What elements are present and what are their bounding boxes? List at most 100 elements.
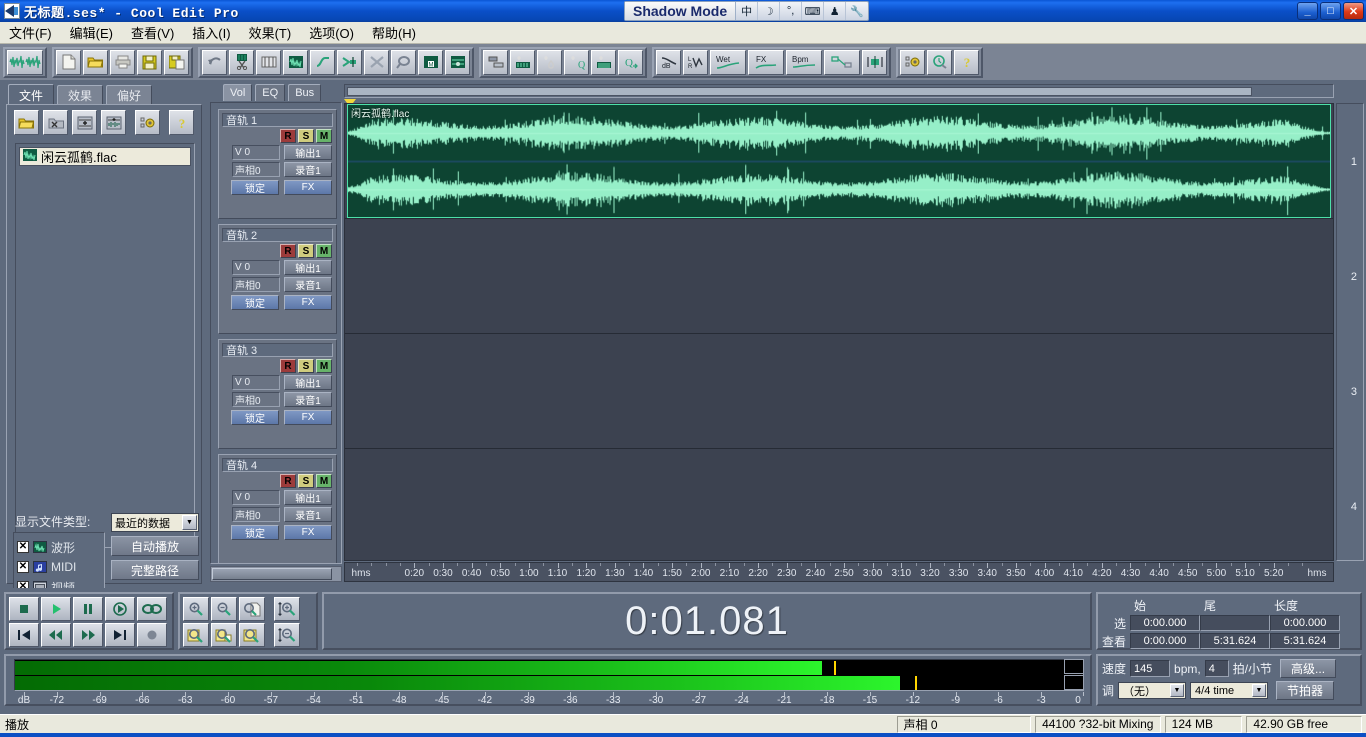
go-to-end-button[interactable]: [105, 623, 135, 647]
menu-edit[interactable]: 编辑(E): [61, 21, 122, 44]
maximize-button[interactable]: □: [1320, 2, 1341, 20]
record-device-button[interactable]: 录音1: [284, 162, 332, 177]
record-arm-button[interactable]: R: [280, 244, 296, 258]
fast-forward-button[interactable]: [73, 623, 103, 647]
sel-end-field[interactable]: [1200, 615, 1270, 631]
record-device-button[interactable]: 录音1: [284, 507, 332, 522]
save-icon[interactable]: [137, 49, 162, 75]
volume-field[interactable]: V 0: [232, 145, 280, 160]
tab-effects[interactable]: 效果: [57, 85, 104, 104]
trim-icon[interactable]: [310, 49, 335, 75]
mute-button[interactable]: M: [316, 474, 332, 488]
ime-user-icon[interactable]: ♟: [824, 2, 847, 20]
fx-envelope-icon[interactable]: FX: [748, 49, 784, 75]
new-file-icon[interactable]: [56, 49, 81, 75]
record-arm-button[interactable]: R: [280, 129, 296, 143]
zoom-to-selection-right-icon[interactable]: [211, 623, 237, 647]
solo-button[interactable]: S: [298, 359, 314, 373]
view-length-field[interactable]: 5:31.624: [1270, 633, 1340, 649]
track-title[interactable]: 音轨 1: [222, 113, 333, 127]
tempo-field[interactable]: 145: [1130, 660, 1171, 677]
time-display-panel[interactable]: 0:01.081: [322, 592, 1092, 650]
loop-button[interactable]: [137, 597, 167, 621]
print-icon[interactable]: [110, 49, 135, 75]
mix-paste-icon[interactable]: [337, 49, 362, 75]
horizontal-scrollbar[interactable]: [344, 84, 1334, 98]
zoom-in-vertical-icon[interactable]: [274, 597, 300, 621]
drop-icon[interactable]: [537, 49, 562, 75]
view-begin-field[interactable]: 0:00.000: [1130, 633, 1200, 649]
level-meter[interactable]: [14, 659, 1084, 691]
waveform-view-icon[interactable]: [7, 49, 43, 75]
chevron-down-icon[interactable]: ▼: [182, 515, 197, 530]
options-icon[interactable]: [900, 49, 925, 75]
db-envelope-icon[interactable]: dB: [656, 49, 681, 75]
equalizer-icon[interactable]: [591, 49, 616, 75]
sel-begin-field[interactable]: 0:00.000: [1130, 615, 1200, 631]
ime-tools-icon[interactable]: 🔧: [846, 2, 868, 20]
chevron-down-icon[interactable]: ▼: [1170, 684, 1185, 697]
bpm-envelope-icon[interactable]: Bpm: [786, 49, 822, 75]
multitrack-icon[interactable]: [445, 49, 470, 75]
scrollbar-thumb[interactable]: [212, 568, 332, 580]
filter-midi[interactable]: ✕ MIDI: [17, 557, 101, 577]
track-title[interactable]: 音轨 4: [222, 458, 333, 472]
volume-field[interactable]: V 0: [232, 490, 280, 505]
solo-button[interactable]: S: [298, 244, 314, 258]
zoom-time-icon[interactable]: [927, 49, 952, 75]
insert-wave-icon[interactable]: [101, 110, 126, 135]
track-stack-icon[interactable]: [483, 49, 508, 75]
mute-button[interactable]: M: [316, 359, 332, 373]
record-button[interactable]: [137, 623, 167, 647]
noise-reduction-icon[interactable]: [510, 49, 535, 75]
meter-clip-indicators[interactable]: [1064, 659, 1084, 691]
zoom-to-selection-icon[interactable]: [239, 623, 265, 647]
lock-button[interactable]: 锁定: [231, 525, 279, 540]
beats-per-bar-field[interactable]: 4: [1204, 660, 1229, 677]
time-ruler[interactable]: hms hms 0:20 0:30 0:40 0:50 1:00 1:10 1:20 1:30…: [344, 562, 1334, 582]
output-button[interactable]: 输出1: [284, 145, 332, 160]
pan-field[interactable]: 声相0: [232, 392, 280, 407]
wet-envelope-icon[interactable]: Wet: [710, 49, 746, 75]
fullpath-button[interactable]: 完整路径: [111, 560, 199, 580]
insert-into-session-icon[interactable]: [72, 110, 97, 135]
autoplay-button[interactable]: 自动播放: [111, 536, 199, 556]
q-filter-icon[interactable]: Q: [564, 49, 589, 75]
track-title[interactable]: 音轨 2: [222, 228, 333, 242]
mute-button[interactable]: M: [316, 244, 332, 258]
pan-field[interactable]: 声相0: [232, 507, 280, 522]
clip-node-icon[interactable]: [824, 49, 860, 75]
output-button[interactable]: 输出1: [284, 490, 332, 505]
close-file-icon[interactable]: [43, 110, 68, 135]
lock-button[interactable]: 锁定: [231, 410, 279, 425]
menu-file[interactable]: 文件(F): [0, 21, 61, 44]
zoom-to-selection-left-icon[interactable]: [183, 623, 209, 647]
record-device-button[interactable]: 录音1: [284, 392, 332, 407]
open-folder-icon[interactable]: [14, 110, 39, 135]
metronome-button[interactable]: 节拍器: [1276, 681, 1335, 700]
menu-help[interactable]: 帮助(H): [363, 21, 425, 44]
menu-insert[interactable]: 插入(I): [183, 21, 239, 44]
record-arm-button[interactable]: R: [280, 359, 296, 373]
zoom-out-vertical-icon[interactable]: [274, 623, 300, 647]
clip-indicator-left[interactable]: [1064, 659, 1084, 674]
scrollbar-thumb[interactable]: [347, 87, 1252, 96]
pan-lr-icon[interactable]: LR: [683, 49, 708, 75]
tab-favorites[interactable]: 偏好: [106, 85, 153, 104]
tab-eq[interactable]: EQ: [255, 84, 286, 101]
record-device-button[interactable]: 录音1: [284, 277, 332, 292]
solo-button[interactable]: S: [298, 474, 314, 488]
track-panel-scrollbar[interactable]: [210, 566, 342, 582]
track-lane-4[interactable]: [345, 449, 1333, 560]
marker-icon[interactable]: M: [418, 49, 443, 75]
checkbox-midi[interactable]: ✕: [17, 561, 29, 573]
output-button[interactable]: 输出1: [284, 375, 332, 390]
advanced-button[interactable]: 高级...: [1280, 659, 1337, 678]
track-lane-3[interactable]: [345, 334, 1333, 449]
menu-options[interactable]: 选项(O): [300, 21, 363, 44]
delete-selection-icon[interactable]: [364, 49, 389, 75]
sel-length-field[interactable]: 0:00.000: [1270, 615, 1340, 631]
options-icon[interactable]: [135, 110, 160, 135]
zoom-full-icon[interactable]: [239, 597, 265, 621]
play-from-cursor-button[interactable]: [105, 597, 135, 621]
